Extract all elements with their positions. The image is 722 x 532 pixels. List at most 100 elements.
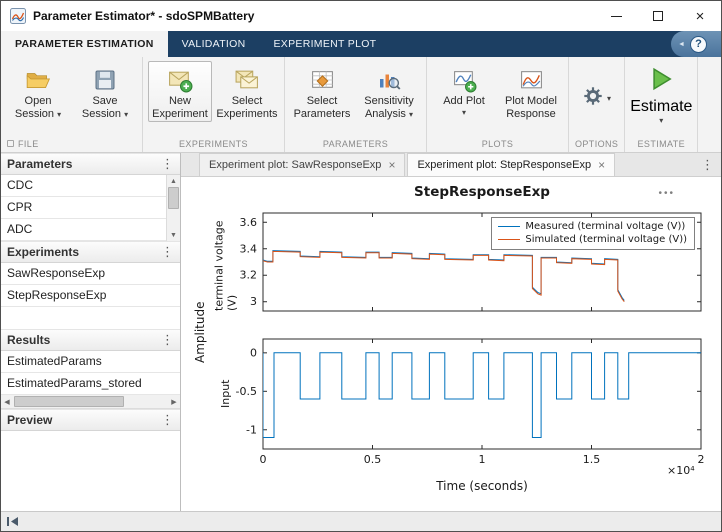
add-plot-icon <box>452 65 477 95</box>
tab-validation[interactable]: VALIDATION <box>168 31 260 57</box>
list-item[interactable]: EstimatedParams_stored <box>1 373 180 395</box>
close-tab-icon[interactable]: × <box>388 159 395 171</box>
select-experiments-button[interactable]: Select Experiments <box>215 61 279 122</box>
chevron-down-icon: ▾ <box>57 110 61 119</box>
legend-line-simulated <box>498 239 520 240</box>
scroll-up-icon[interactable]: ▲ <box>167 175 180 187</box>
new-experiment-label-2: Experiment <box>152 108 208 121</box>
tab-parameter-estimation[interactable]: PARAMETER ESTIMATION <box>1 31 168 57</box>
svg-text:0: 0 <box>260 453 267 466</box>
svg-text:3.4: 3.4 <box>240 242 258 255</box>
panel-header-preview: Preview ⋮ <box>1 409 180 431</box>
help-pill[interactable]: ◄ ? <box>671 31 721 57</box>
close-button[interactable]: × <box>679 1 721 31</box>
estimate-button[interactable]: Estimate ▾ <box>630 61 692 125</box>
scrollbar-thumb[interactable] <box>168 187 179 209</box>
scroll-right-icon[interactable]: ▶ <box>168 395 180 408</box>
app-icon <box>10 8 26 24</box>
save-session-button[interactable]: Save Session ▾ <box>73 61 137 122</box>
status-bar <box>1 511 721 531</box>
panel-header-results: Results ⋮ <box>1 329 180 351</box>
panel-menu-icon[interactable]: ⋮ <box>161 332 174 348</box>
select-parameters-icon <box>310 65 335 95</box>
section-label-options: OPTIONS <box>575 139 618 149</box>
chevron-down-icon: ▾ <box>659 116 663 125</box>
input-axis-label: Input <box>219 339 232 449</box>
minimize-icon <box>611 16 622 17</box>
save-session-label-1: Save <box>92 95 117 108</box>
tab-experiment-plot[interactable]: EXPERIMENT PLOT <box>259 31 390 57</box>
sensitivity-analysis-icon <box>377 65 402 95</box>
select-experiments-icon <box>234 65 260 95</box>
select-parameters-button[interactable]: Select Parameters <box>290 61 354 122</box>
new-experiment-button[interactable]: New Experiment <box>148 61 212 122</box>
plot-model-response-icon <box>519 65 544 95</box>
legend-entry-simulated: Simulated (terminal voltage (V)) <box>498 233 687 246</box>
open-folder-icon <box>25 65 51 95</box>
open-session-button[interactable]: Open Session ▾ <box>6 61 70 122</box>
list-item[interactable]: CDC <box>1 175 166 197</box>
open-session-label-2: Session <box>15 108 54 120</box>
section-options: ▾ OPTIONS <box>569 57 625 152</box>
sensitivity-analysis-button[interactable]: Sensitivity Analysis ▾ <box>357 61 421 122</box>
maximize-button[interactable] <box>637 1 679 31</box>
experiments-empty-space <box>1 307 180 329</box>
scroll-left-icon[interactable]: ◀ <box>1 395 13 408</box>
panel-title: Experiments <box>7 245 79 259</box>
doc-tab-sawresponseexp[interactable]: Experiment plot: SawResponseExp × <box>199 153 405 176</box>
select-parameters-label-2: Parameters <box>294 108 351 121</box>
chevron-down-icon: ▾ <box>124 110 128 119</box>
plot-model-response-button[interactable]: Plot Model Response <box>499 61 563 122</box>
window-title: Parameter Estimator* - sdoSPMBattery <box>33 9 254 23</box>
legend-label-simulated: Simulated (terminal voltage (V)) <box>525 234 687 245</box>
vertical-scrollbar[interactable]: ▲ ▼ <box>166 175 180 241</box>
new-experiment-icon <box>167 65 193 95</box>
ribbon-tab-bar: PARAMETER ESTIMATION VALIDATION EXPERIME… <box>1 31 721 57</box>
chevron-down-icon: ▾ <box>462 108 466 117</box>
list-item[interactable]: SawResponseExp <box>1 263 180 285</box>
section-corner-icon <box>7 140 14 147</box>
options-button[interactable]: ▾ <box>574 61 619 112</box>
doc-tab-label: Experiment plot: StepResponseExp <box>417 159 591 171</box>
section-plots: Add Plot ▾ Plot Model Response PLOTS <box>427 57 569 152</box>
scrollbar-thumb[interactable] <box>14 396 124 407</box>
scroll-down-icon[interactable]: ▼ <box>167 229 180 241</box>
tab-overflow-icon[interactable]: ⋮ <box>701 157 714 173</box>
list-item[interactable]: StepResponseExp <box>1 285 180 307</box>
svg-text:3.6: 3.6 <box>240 216 258 229</box>
select-experiments-label-1: Select <box>232 95 263 108</box>
plot-title: StepResponseExp <box>263 184 701 200</box>
section-estimate: Estimate ▾ ESTIMATE <box>625 57 698 152</box>
plot-legend[interactable]: Measured (terminal voltage (V)) Simulate… <box>491 217 695 250</box>
panel-menu-icon[interactable]: ⋮ <box>161 244 174 260</box>
svg-text:1.5: 1.5 <box>583 453 601 466</box>
maximize-icon <box>653 11 663 21</box>
section-label-plots: PLOTS <box>482 139 514 149</box>
list-item[interactable]: CPR <box>1 197 166 219</box>
section-parameters: Select Parameters Sensitivity Analysis ▾… <box>285 57 427 152</box>
help-icon[interactable]: ? <box>690 36 707 53</box>
open-session-label-1: Open <box>25 95 52 108</box>
select-experiments-label-2: Experiments <box>216 108 277 121</box>
close-tab-icon[interactable]: × <box>598 159 605 171</box>
collapse-left-icon[interactable] <box>6 516 19 527</box>
select-parameters-label-1: Select <box>307 95 338 108</box>
axes-toolbar-ellipsis-icon[interactable]: ••• <box>658 188 675 199</box>
horizontal-scrollbar[interactable]: ◀ ▶ <box>1 395 180 409</box>
preview-pane <box>1 431 180 511</box>
browser-sidebar: Parameters ⋮ CDC CPR ADC ▲ ▼ Experiments… <box>1 153 181 511</box>
legend-label-measured: Measured (terminal voltage (V)) <box>525 221 685 232</box>
section-label-experiments: EXPERIMENTS <box>179 139 248 149</box>
document-tab-bar: Experiment plot: SawResponseExp × Experi… <box>181 153 721 177</box>
panel-menu-icon[interactable]: ⋮ <box>161 156 174 172</box>
legend-entry-measured: Measured (terminal voltage (V)) <box>498 220 687 233</box>
list-item[interactable]: ADC <box>1 219 166 241</box>
panel-menu-icon[interactable]: ⋮ <box>161 412 174 428</box>
list-item[interactable]: EstimatedParams <box>1 351 180 373</box>
minimize-button[interactable] <box>595 1 637 31</box>
play-icon <box>646 65 676 98</box>
add-plot-button[interactable]: Add Plot ▾ <box>432 61 496 118</box>
sensitivity-analysis-label-2: Analysis <box>365 108 406 120</box>
gear-icon <box>582 85 604 112</box>
doc-tab-stepresponseexp[interactable]: Experiment plot: StepResponseExp × <box>407 153 615 176</box>
